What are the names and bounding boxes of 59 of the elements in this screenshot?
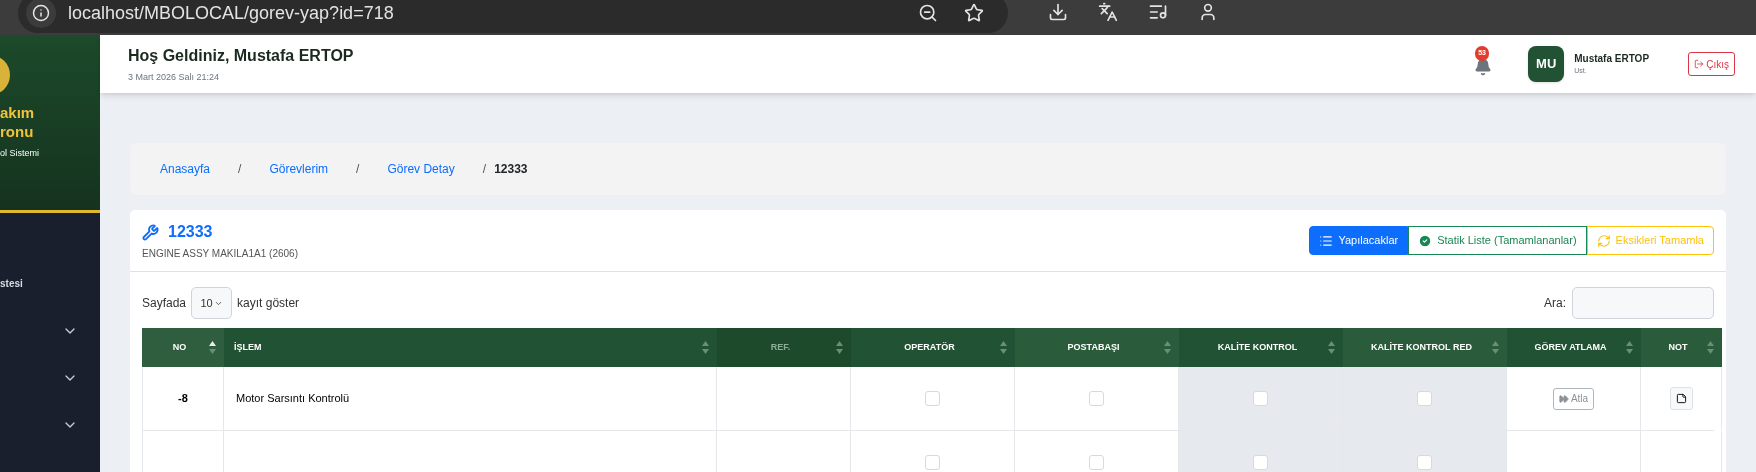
column-header[interactable]: GÖREV ATLAMA — [1507, 328, 1641, 367]
length-suffix: kayıt göster — [237, 295, 300, 312]
sidebar-item[interactable]: stesi — [0, 261, 100, 307]
checkbox[interactable] — [1417, 391, 1432, 406]
breadcrumb-separator: / — [356, 161, 360, 178]
row-number: -8 — [178, 391, 188, 407]
column-header[interactable]: İŞLEM — [224, 328, 717, 367]
translate-icon[interactable] — [1098, 1, 1118, 22]
brand-subtitle: ol Sistemi — [0, 147, 39, 160]
column-header[interactable]: KALİTE KONTROL RED — [1343, 328, 1507, 367]
checkbox[interactable] — [1253, 391, 1268, 406]
site-info-icon[interactable] — [26, 0, 56, 28]
tools-icon — [142, 223, 159, 241]
column-header[interactable]: KALİTE KONTROL — [1179, 328, 1343, 367]
refresh-icon — [1596, 233, 1611, 248]
address-bar[interactable]: localhost/MBOLOCAL/gorev-yap?id=718 — [18, 0, 1008, 33]
breadcrumb-link[interactable]: Anasayfa — [160, 160, 211, 178]
zoom-out-icon[interactable] — [918, 3, 938, 23]
column-header[interactable]: NOT — [1641, 328, 1722, 367]
notification-bell-icon[interactable] — [1474, 58, 1493, 76]
checkbox[interactable] — [925, 455, 940, 470]
bookmark-star-icon[interactable] — [964, 3, 984, 23]
view-toggle-button[interactable]: Statik Liste (Tamamlananlar) — [1408, 226, 1587, 255]
view-toggle-button[interactable]: Yapılacaklar — [1309, 226, 1409, 255]
user-name: Mustafa ERTOP — [1574, 52, 1651, 67]
note-icon — [1675, 393, 1687, 404]
task-title: 12333 — [168, 222, 213, 242]
welcome-title: Hoş Geldiniz, Mustafa ERTOP — [128, 45, 354, 66]
date-text: 3 Mart 2026 Salı 21:24 — [128, 70, 221, 84]
column-header[interactable]: OPERATÖR — [851, 328, 1015, 367]
checkbox[interactable] — [925, 391, 940, 406]
download-icon[interactable] — [1048, 1, 1068, 22]
breadcrumb-link[interactable]: Görev Detay — [387, 160, 455, 178]
column-header[interactable]: NO — [142, 328, 224, 367]
logout-button[interactable]: Çıkış — [1688, 52, 1735, 76]
search-label: Ara: — [1544, 295, 1566, 312]
checkbox[interactable] — [1253, 455, 1268, 470]
checkbox[interactable] — [1417, 455, 1432, 470]
search-field[interactable] — [1572, 287, 1714, 319]
brand-title: akım — [0, 103, 36, 122]
user-avatar[interactable]: MU — [1528, 46, 1565, 82]
page-length-select[interactable]: 10 — [191, 287, 233, 319]
url-text: localhost/MBOLOCAL/gorev-yap?id=718 — [68, 2, 394, 24]
fast-forward-icon — [1558, 393, 1569, 404]
length-prefix: Sayfada — [142, 295, 187, 312]
breadcrumb-separator: / — [238, 161, 242, 178]
check-circle-icon — [1418, 233, 1433, 248]
breadcrumb-separator: / — [482, 161, 487, 178]
brand-title: ronu — [0, 122, 35, 141]
note-button[interactable] — [1669, 387, 1693, 410]
profile-icon[interactable] — [1198, 1, 1218, 22]
checkbox[interactable] — [1089, 391, 1104, 406]
task-subtitle: ENGINE ASSY MAKILA1A1 (2606) — [142, 247, 298, 261]
operation-name: Motor Sarsıntı Kontrolü — [236, 391, 350, 407]
column-header[interactable]: POSTABAŞI — [1015, 328, 1179, 367]
logout-icon — [1694, 59, 1705, 69]
breadcrumb-link[interactable]: Görevlerim — [269, 160, 329, 178]
checkbox[interactable] — [1089, 455, 1104, 470]
list-icon — [1319, 233, 1334, 248]
